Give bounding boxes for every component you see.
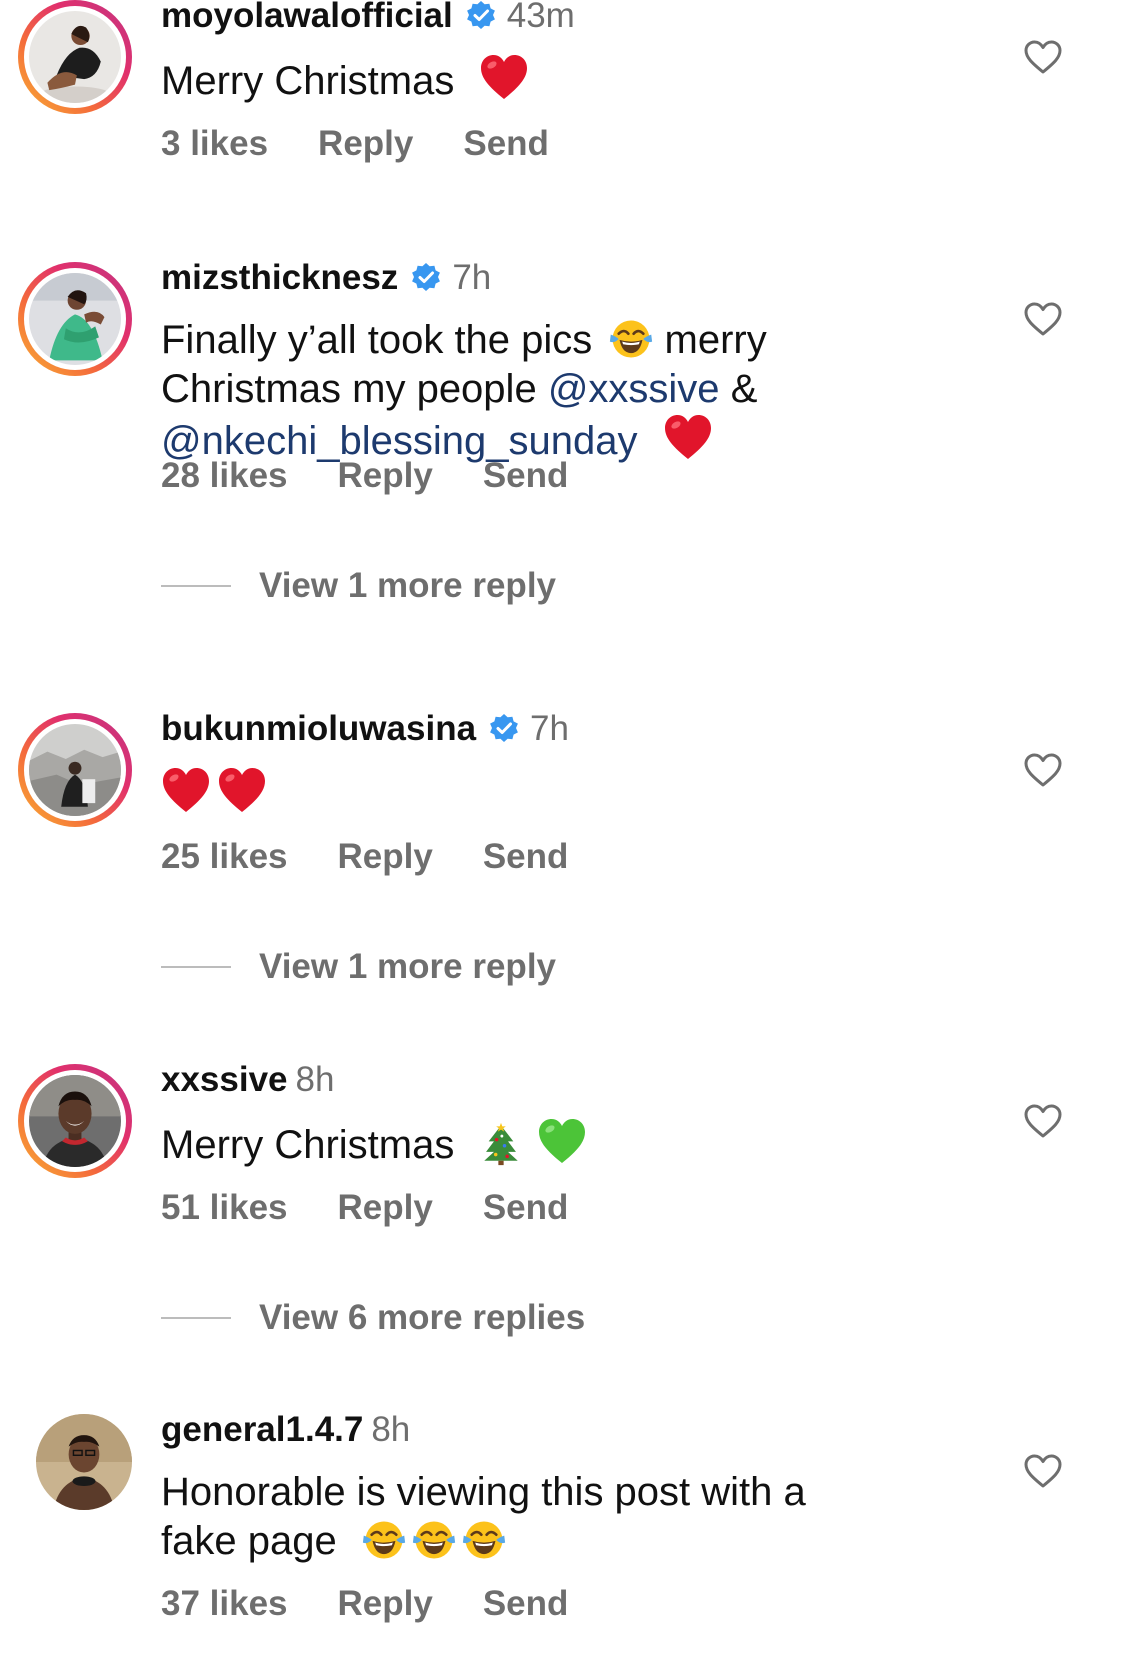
comment-actions: 28 likes Reply Send	[161, 456, 618, 496]
comment-actions: 3 likes Reply Send	[161, 124, 599, 164]
like-heart-icon[interactable]	[1023, 1452, 1063, 1492]
face-with-tears-of-joy-icon	[412, 1518, 456, 1562]
comment-text	[161, 767, 901, 819]
face-with-tears-of-joy-icon	[462, 1518, 506, 1562]
verified-badge-icon	[465, 0, 497, 32]
verified-badge-icon	[488, 713, 520, 745]
username[interactable]: xxssive	[161, 1060, 288, 1099]
reply-button[interactable]: Reply	[318, 124, 413, 163]
divider-line	[161, 1317, 231, 1319]
timestamp: 8h	[371, 1410, 411, 1449]
send-button[interactable]: Send	[483, 837, 569, 876]
comment-text: Honorable is viewing this post with a fa…	[161, 1470, 806, 1563]
username[interactable]: moyolawalofficial	[161, 0, 453, 35]
divider-line	[161, 585, 231, 587]
reply-button[interactable]: Reply	[338, 456, 433, 495]
reply-button[interactable]: Reply	[338, 1188, 433, 1227]
likes-count[interactable]: 3 likes	[161, 124, 268, 163]
view-more-replies-button[interactable]: View 1 more reply	[161, 947, 761, 987]
christmas-tree-icon	[479, 1122, 523, 1166]
like-heart-icon[interactable]	[1023, 38, 1063, 78]
mention-link[interactable]: @xxssive	[548, 367, 720, 411]
comments-list: moyolawalofficial 43m Merry Christmas 3 l…	[0, 0, 1125, 1671]
username[interactable]: mizsthicknesz	[161, 258, 398, 297]
avatar[interactable]	[36, 1414, 132, 1510]
view-more-replies-button[interactable]: View 6 more replies	[161, 1298, 761, 1338]
username[interactable]: bukunmioluwasina	[161, 709, 476, 748]
divider-line	[161, 966, 231, 968]
send-button[interactable]: Send	[463, 124, 549, 163]
likes-count[interactable]: 37 likes	[161, 1584, 288, 1623]
comment-text: Finally y’all took the pics merry Christ…	[161, 317, 767, 464]
like-heart-icon[interactable]	[1023, 751, 1063, 791]
reply-button[interactable]: Reply	[338, 1584, 433, 1623]
comment-actions: 51 likes Reply Send	[161, 1188, 618, 1228]
send-button[interactable]: Send	[483, 1188, 569, 1227]
likes-count[interactable]: 51 likes	[161, 1188, 288, 1227]
comment-actions: 37 likes Reply Send	[161, 1584, 618, 1624]
face-with-tears-of-joy-icon	[362, 1518, 406, 1562]
timestamp: 7h	[452, 258, 492, 297]
avatar[interactable]	[18, 0, 132, 114]
red-heart-icon	[663, 414, 713, 464]
timestamp: 8h	[295, 1060, 335, 1099]
like-heart-icon[interactable]	[1023, 1102, 1063, 1142]
comment-text: Merry Christmas	[161, 1118, 901, 1170]
face-with-tears-of-joy-icon	[609, 317, 653, 361]
timestamp: 7h	[530, 709, 569, 748]
avatar[interactable]	[18, 1064, 132, 1178]
red-heart-icon	[161, 767, 211, 817]
comment-text: Merry Christmas	[161, 54, 901, 106]
red-heart-icon	[217, 767, 267, 817]
likes-count[interactable]: 28 likes	[161, 456, 288, 495]
send-button[interactable]: Send	[483, 1584, 569, 1623]
red-heart-icon	[479, 54, 529, 104]
verified-badge-icon	[410, 262, 442, 294]
avatar[interactable]	[18, 713, 132, 827]
like-heart-icon[interactable]	[1023, 300, 1063, 340]
view-more-replies-button[interactable]: View 1 more reply	[161, 566, 761, 606]
likes-count[interactable]: 25 likes	[161, 837, 288, 876]
reply-button[interactable]: Reply	[338, 837, 433, 876]
green-heart-icon	[537, 1118, 587, 1168]
avatar[interactable]	[18, 262, 132, 376]
comment-actions: 25 likes Reply Send	[161, 837, 618, 877]
username[interactable]: general1.4.7	[161, 1410, 363, 1449]
send-button[interactable]: Send	[483, 456, 569, 495]
timestamp: 43m	[506, 0, 575, 35]
